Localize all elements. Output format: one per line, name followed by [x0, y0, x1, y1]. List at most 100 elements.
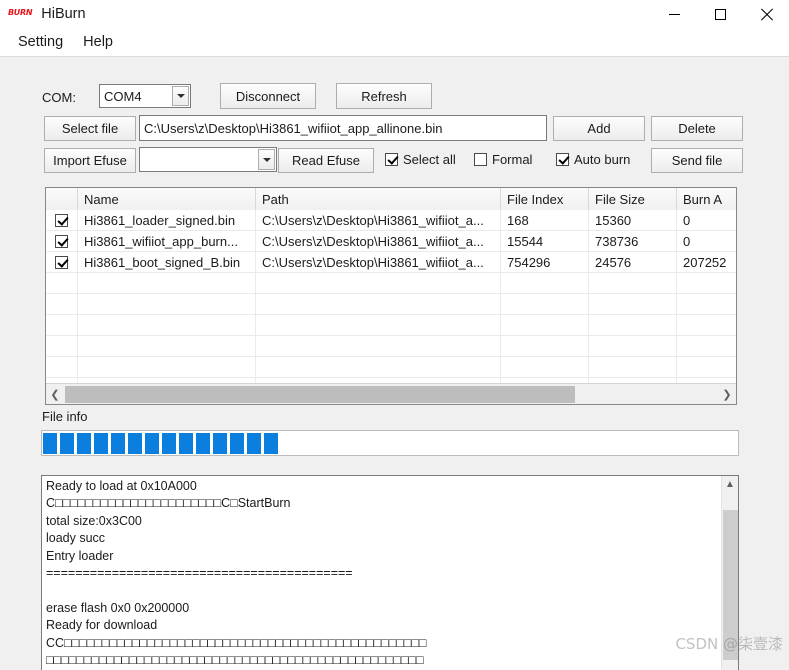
row-path: C:\Users\z\Desktop\Hi3861_wifiiot_a...: [256, 231, 501, 252]
file-info-label: File info: [42, 409, 88, 424]
vscrollbar-thumb[interactable]: [723, 510, 738, 660]
table-row-empty: [46, 357, 736, 378]
hscrollbar-thumb[interactable]: [65, 385, 575, 403]
row-file-index: 15544: [501, 231, 589, 252]
checkbox-icon: [556, 153, 569, 166]
table-row[interactable]: Hi3861_boot_signed_B.bin C:\Users\z\Desk…: [46, 252, 736, 273]
menu-item-help[interactable]: Help: [75, 32, 121, 52]
maximize-icon: [714, 8, 726, 20]
menu-item-setting[interactable]: Setting: [10, 32, 71, 52]
com-label: COM:: [42, 90, 76, 105]
column-header-name[interactable]: Name: [78, 188, 256, 210]
menu-bar: Setting Help: [0, 28, 789, 56]
progress-segment: [264, 432, 278, 454]
scroll-left-button[interactable]: ❮: [46, 384, 64, 404]
close-icon: [760, 8, 773, 21]
row-file-size: 738736: [589, 231, 677, 252]
app-logo-icon: BURN: [8, 8, 33, 17]
table-row[interactable]: Hi3861_loader_signed.bin C:\Users\z\Desk…: [46, 210, 736, 231]
close-button[interactable]: [743, 0, 789, 28]
send-file-button[interactable]: Send file: [651, 148, 743, 173]
row-path: C:\Users\z\Desktop\Hi3861_wifiiot_a...: [256, 210, 501, 231]
row-file-index: 168: [501, 210, 589, 231]
auto-burn-label: Auto burn: [574, 152, 631, 167]
scroll-up-button[interactable]: ▲: [722, 476, 738, 493]
row-name: Hi3861_wifiiot_app_burn...: [78, 231, 256, 252]
row-name: Hi3861_loader_signed.bin: [78, 210, 256, 231]
table-row-empty: [46, 273, 736, 294]
row-file-index: 754296: [501, 252, 589, 273]
progress-segment: [179, 432, 193, 454]
column-header-path[interactable]: Path: [256, 188, 501, 210]
row-checkbox-cell[interactable]: [46, 231, 78, 252]
progress-segment: [196, 432, 210, 454]
progress-segment: [43, 432, 57, 454]
progress-segment: [213, 432, 227, 454]
com-port-value: COM4: [104, 88, 142, 104]
hscrollbar-track[interactable]: [64, 384, 718, 404]
row-name: Hi3861_boot_signed_B.bin: [78, 252, 256, 273]
burn-progress-bar: [41, 430, 739, 456]
progress-segment: [247, 432, 261, 454]
efuse-select[interactable]: [139, 147, 277, 172]
table-row-empty: [46, 294, 736, 315]
row-path: C:\Users\z\Desktop\Hi3861_wifiiot_a...: [256, 252, 501, 273]
read-efuse-button[interactable]: Read Efuse: [278, 148, 374, 173]
window-controls: [651, 0, 789, 28]
minimize-icon: [668, 13, 680, 15]
refresh-button[interactable]: Refresh: [336, 83, 432, 109]
progress-segment: [77, 432, 91, 454]
row-checkbox-cell[interactable]: [46, 210, 78, 231]
progress-segment: [60, 432, 74, 454]
scroll-right-button[interactable]: ❯: [718, 384, 736, 404]
window-title: HiBurn: [41, 6, 86, 22]
column-header-burn-addr[interactable]: Burn A: [677, 188, 736, 210]
delete-button[interactable]: Delete: [651, 116, 743, 141]
efuse-dropdown-arrow[interactable]: [258, 149, 275, 170]
checkbox-icon: [55, 235, 68, 248]
progress-segment: [145, 432, 159, 454]
client-area: COM: COM4 Disconnect Refresh Select file…: [0, 56, 789, 670]
select-file-button[interactable]: Select file: [44, 116, 136, 141]
row-file-size: 15360: [589, 210, 677, 231]
minimize-button[interactable]: [651, 0, 697, 28]
table-row[interactable]: Hi3861_wifiiot_app_burn... C:\Users\z\De…: [46, 231, 736, 252]
formal-label: Formal: [492, 152, 533, 167]
com-port-select[interactable]: COM4: [99, 84, 191, 108]
row-burn-addr: 0: [677, 210, 736, 231]
checkbox-icon: [385, 153, 398, 166]
hiburn-window: BURN HiBurn Setting Help COM: COM4 Disco…: [0, 0, 789, 670]
maximize-button[interactable]: [697, 0, 743, 28]
checkbox-icon: [474, 153, 487, 166]
file-list-hscrollbar[interactable]: ❮ ❯: [46, 383, 736, 404]
checkbox-icon: [55, 256, 68, 269]
chevron-down-icon: [262, 157, 271, 162]
auto-burn-checkbox[interactable]: Auto burn: [556, 152, 630, 167]
row-checkbox-cell[interactable]: [46, 252, 78, 273]
select-all-checkbox[interactable]: Select all: [385, 152, 456, 167]
log-text: Ready to load at 0x10A000 C□□□□□□□□□□□□□…: [46, 479, 427, 668]
progress-segment: [94, 432, 108, 454]
row-burn-addr: 0: [677, 231, 736, 252]
log-vscrollbar[interactable]: ▲: [721, 476, 738, 670]
log-console[interactable]: Ready to load at 0x10A000 C□□□□□□□□□□□□□…: [41, 475, 739, 670]
progress-segment: [230, 432, 244, 454]
file-path-input[interactable]: C:\Users\z\Desktop\Hi3861_wifiiot_app_al…: [139, 115, 547, 141]
column-header-select[interactable]: [46, 188, 78, 210]
com-port-dropdown-arrow[interactable]: [172, 86, 189, 106]
chevron-down-icon: [176, 94, 185, 98]
formal-checkbox[interactable]: Formal: [474, 152, 532, 167]
table-row-empty: [46, 315, 736, 336]
table-header-row: Name Path File Index File Size Burn A: [46, 188, 736, 210]
disconnect-button[interactable]: Disconnect: [220, 83, 316, 109]
file-list-table[interactable]: Name Path File Index File Size Burn A Hi…: [45, 187, 737, 405]
column-header-file-index[interactable]: File Index: [501, 188, 589, 210]
column-header-file-size[interactable]: File Size: [589, 188, 677, 210]
import-efuse-button[interactable]: Import Efuse: [44, 148, 136, 173]
select-all-label: Select all: [403, 152, 456, 167]
title-bar: BURN HiBurn: [0, 0, 789, 28]
progress-segment: [128, 432, 142, 454]
add-button[interactable]: Add: [553, 116, 645, 141]
checkbox-icon: [55, 214, 68, 227]
row-burn-addr: 207252: [677, 252, 736, 273]
